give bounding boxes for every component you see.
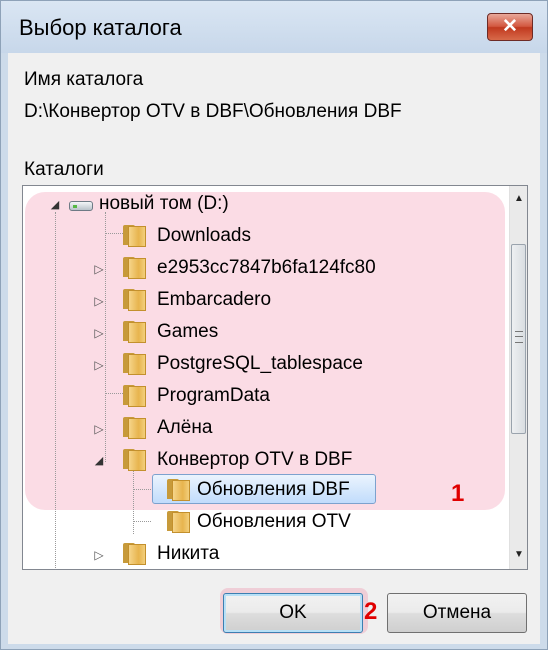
expanded-arrow-icon[interactable]: ◢	[49, 198, 61, 212]
tree-node-label: Алёна	[157, 417, 213, 438]
collapsed-arrow-icon[interactable]: ▷	[93, 358, 105, 372]
tree-node[interactable]: ▷ PostgreSQL_tablespace	[23, 350, 503, 380]
cancel-button[interactable]: Отмена	[387, 593, 527, 633]
folder-tree[interactable]: ◢ новый том (D:) Downloads ▷ e2953cc7847…	[22, 185, 528, 570]
folder-icon	[123, 289, 147, 311]
tree-node[interactable]: ◢ Конвертор OTV в DBF	[23, 446, 503, 476]
folder-dialog: Выбор каталога ✕ Имя каталога D:\Конверт…	[0, 0, 548, 650]
tree-node[interactable]: Downloads	[23, 222, 503, 252]
tree-node[interactable]: ▷ Никита	[23, 540, 503, 569]
close-icon: ✕	[502, 16, 518, 37]
drive-icon	[69, 194, 93, 214]
grip-icon	[515, 331, 523, 343]
tree-node-label: e2953cc7847b6fa124fc80	[157, 257, 376, 278]
tree-node-root[interactable]: ◢ новый том (D:)	[23, 190, 503, 220]
title-bar[interactable]: Выбор каталога ✕	[1, 1, 547, 53]
tree-node-label: новый том (D:)	[99, 193, 229, 214]
collapsed-arrow-icon[interactable]: ▷	[93, 548, 105, 562]
tree-node-label: Обновления OTV	[197, 511, 351, 532]
expanded-arrow-icon[interactable]: ◢	[93, 454, 105, 468]
tree-node-label: Никита	[157, 543, 220, 564]
window-title: Выбор каталога	[19, 15, 182, 40]
folder-icon	[167, 479, 191, 501]
tree-node[interactable]: ProgramData	[23, 382, 503, 412]
tree-node-label: Embarcadero	[157, 289, 272, 310]
collapsed-arrow-icon[interactable]: ▷	[93, 422, 105, 436]
tree-node-label: Обновления DBF	[197, 479, 350, 500]
tree-scrollbar[interactable]: ▲ ▼	[509, 186, 527, 569]
annotation-mark-2: 2	[364, 598, 378, 625]
ok-button[interactable]: OK	[223, 593, 363, 633]
folder-icon	[123, 449, 147, 471]
collapsed-arrow-icon[interactable]: ▷	[93, 294, 105, 308]
folder-icon	[123, 543, 147, 565]
tree-node-label: Downloads	[157, 225, 251, 246]
scroll-thumb[interactable]	[511, 244, 526, 434]
tree-node-label: PostgreSQL_tablespace	[157, 353, 363, 374]
folder-icon	[123, 257, 147, 279]
folder-icon	[167, 511, 191, 533]
tree-node[interactable]: Обновления OTV	[23, 508, 503, 538]
tree-node[interactable]: ▷ Алёна	[23, 414, 503, 444]
folder-icon	[123, 321, 147, 343]
tree-node[interactable]: ▷ e2953cc7847b6fa124fc80	[23, 254, 503, 284]
folders-label: Каталоги	[24, 159, 104, 180]
scroll-down-icon[interactable]: ▼	[510, 546, 527, 564]
scroll-up-icon[interactable]: ▲	[510, 190, 527, 208]
tree-node[interactable]: ▷ Games	[23, 318, 503, 348]
dialog-client: Имя каталога D:\Конвертор OTV в DBF\Обно…	[8, 53, 540, 644]
tree-node[interactable]: ▷ Embarcadero	[23, 286, 503, 316]
tree-node-selected[interactable]: Обновления DBF	[23, 476, 503, 506]
folder-icon	[123, 353, 147, 375]
folder-icon	[123, 417, 147, 439]
folder-icon	[123, 385, 147, 407]
tree-node-label: Games	[157, 321, 219, 342]
annotation-mark-1: 1	[451, 480, 465, 507]
collapsed-arrow-icon[interactable]: ▷	[93, 262, 105, 276]
current-path: D:\Конвертор OTV в DBF\Обновления DBF	[24, 101, 402, 122]
tree-node-label: Конвертор OTV в DBF	[157, 449, 353, 470]
folder-name-label: Имя каталога	[24, 69, 144, 90]
tree-node-label: ProgramData	[157, 385, 270, 406]
folder-icon	[123, 225, 147, 247]
collapsed-arrow-icon[interactable]: ▷	[93, 326, 105, 340]
close-button[interactable]: ✕	[487, 13, 533, 41]
